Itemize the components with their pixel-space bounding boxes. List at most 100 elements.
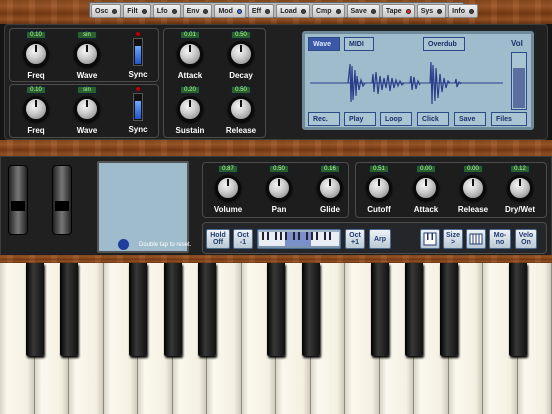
rec-button[interactable]: Rec. <box>308 112 340 126</box>
menu-sys-button[interactable]: Sys <box>416 4 447 18</box>
value-display: 0.51 <box>369 165 389 173</box>
menu-mod-button[interactable]: Mod <box>214 4 246 18</box>
knob[interactable] <box>228 41 254 67</box>
tape-recorder-screen: Wave MIDI Overdub Vol Rec. Play Loop Cli… <box>302 31 534 130</box>
knob[interactable] <box>266 175 292 201</box>
menu-load-button[interactable]: Load <box>276 4 310 18</box>
knob[interactable] <box>74 96 100 122</box>
keyboard-range-slider[interactable] <box>257 229 341 249</box>
volume-slider[interactable] <box>511 52 527 110</box>
mod-wheel[interactable] <box>52 165 72 235</box>
lfo2-wave-control[interactable]: sin Wave <box>66 86 108 138</box>
lfo2-sync-control[interactable]: Sync <box>117 86 159 138</box>
perf-release-control[interactable]: 0.00 Release <box>452 165 494 217</box>
pitch-wheel[interactable] <box>8 165 28 235</box>
click-button[interactable]: Click <box>417 112 449 126</box>
value-display: 0.10 <box>26 86 46 94</box>
value-display: 0.87 <box>218 165 238 173</box>
black-key[interactable] <box>508 263 527 356</box>
knob[interactable] <box>23 96 49 122</box>
xy-pad[interactable] <box>97 161 189 253</box>
menu-osc-button[interactable]: Osc <box>91 4 122 18</box>
menu-tape-button[interactable]: Tape <box>381 4 415 18</box>
synth-app: Osc Filt Lfo Env Mod Eff Load Cmp Save T… <box>0 0 552 414</box>
mono-button[interactable]: Mo- no <box>489 229 511 249</box>
files-button[interactable]: Files <box>491 112 527 126</box>
tab-wave[interactable]: Wave <box>308 37 340 51</box>
xy-indicator-icon <box>118 239 129 250</box>
menu-filt-button[interactable]: Filt <box>123 4 151 18</box>
knob[interactable] <box>177 96 203 122</box>
keys-view-button[interactable] <box>466 229 486 249</box>
env-release-control[interactable]: 0.50 Release <box>220 86 262 138</box>
black-key[interactable] <box>267 263 285 356</box>
menu-bar: Osc Filt Lfo Env Mod Eff Load Cmp Save T… <box>89 2 478 18</box>
black-key[interactable] <box>370 263 389 356</box>
black-key[interactable] <box>439 263 458 356</box>
knob[interactable] <box>413 175 439 201</box>
oct-down-button[interactable]: Oct -1 <box>233 229 253 249</box>
vol-label: Vol <box>511 39 523 48</box>
value-display: 0.50 <box>269 165 289 173</box>
menu-eff-button[interactable]: Eff <box>247 4 275 18</box>
knob[interactable] <box>228 96 254 122</box>
knob[interactable] <box>460 175 486 201</box>
lfo1-wave-control[interactable]: sin Wave <box>66 31 108 83</box>
sync-switch[interactable] <box>133 93 143 121</box>
knob[interactable] <box>23 41 49 67</box>
keyboard-icon <box>423 232 437 246</box>
tape-save-button[interactable]: Save <box>454 112 486 126</box>
overdub-button[interactable]: Overdub <box>423 37 465 51</box>
pan-control[interactable]: 0.50 Pan <box>258 165 300 217</box>
glide-control[interactable]: 0.16 Glide <box>309 165 351 217</box>
menu-lfo-button[interactable]: Lfo <box>152 4 181 18</box>
value-display: 0.10 <box>26 31 46 39</box>
loop-button[interactable]: Loop <box>380 112 412 126</box>
lfo2-freq-control[interactable]: 0.10 Freq <box>15 86 57 138</box>
env-attack-control[interactable]: 0.01 Attack <box>169 31 211 83</box>
perf-attack-control[interactable]: 0.00 Attack <box>405 165 447 217</box>
velocity-button[interactable]: Velo On <box>515 229 537 249</box>
drywet-control[interactable]: 0.12 Dry/Wet <box>499 165 541 217</box>
lfo1-freq-control[interactable]: 0.10 Freq <box>15 31 57 83</box>
xy-reset-hint: Double tap to reset. <box>139 242 192 248</box>
piano-keyboard[interactable] <box>0 263 552 414</box>
menu-info-button[interactable]: Info <box>448 4 478 18</box>
black-key[interactable] <box>198 263 216 356</box>
knob[interactable] <box>366 175 392 201</box>
value-display: 0.50 <box>231 86 251 94</box>
volume-control[interactable]: 0.87 Volume <box>207 165 249 217</box>
knob[interactable] <box>317 175 343 201</box>
value-display: 0.20 <box>180 86 200 94</box>
menu-env-button[interactable]: Env <box>182 4 213 18</box>
knob[interactable] <box>215 175 241 201</box>
knob[interactable] <box>177 41 203 67</box>
value-display: 0.00 <box>416 165 436 173</box>
keyboard-wood-rail <box>0 255 552 263</box>
hold-button[interactable]: Hold Off <box>206 229 230 249</box>
waveform-display[interactable] <box>310 56 503 110</box>
env-decay-control[interactable]: 0.50 Decay <box>220 31 262 83</box>
menu-save-button[interactable]: Save <box>346 4 380 18</box>
knob[interactable] <box>507 175 533 201</box>
black-key[interactable] <box>60 263 78 356</box>
value-display: 0.12 <box>510 165 530 173</box>
play-button[interactable]: Play <box>344 112 376 126</box>
black-key[interactable] <box>163 263 182 356</box>
black-key[interactable] <box>25 263 44 356</box>
sync-switch[interactable] <box>133 38 143 66</box>
menu-cmp-button[interactable]: Cmp <box>311 4 345 18</box>
size-button[interactable]: Size > <box>443 229 463 249</box>
knob[interactable] <box>74 41 100 67</box>
black-key[interactable] <box>129 263 147 356</box>
lfo1-sync-control[interactable]: Sync <box>117 31 159 83</box>
cutoff-control[interactable]: 0.51 Cutoff <box>358 165 400 217</box>
env-sustain-control[interactable]: 0.20 Sustain <box>169 86 211 138</box>
keyboard-layout-button[interactable] <box>420 229 440 249</box>
sync-led <box>136 32 140 36</box>
black-key[interactable] <box>301 263 320 356</box>
tab-midi[interactable]: MIDI <box>344 37 374 51</box>
oct-up-button[interactable]: Oct +1 <box>345 229 365 249</box>
black-key[interactable] <box>405 263 423 356</box>
arp-button[interactable]: Arp <box>369 229 391 249</box>
